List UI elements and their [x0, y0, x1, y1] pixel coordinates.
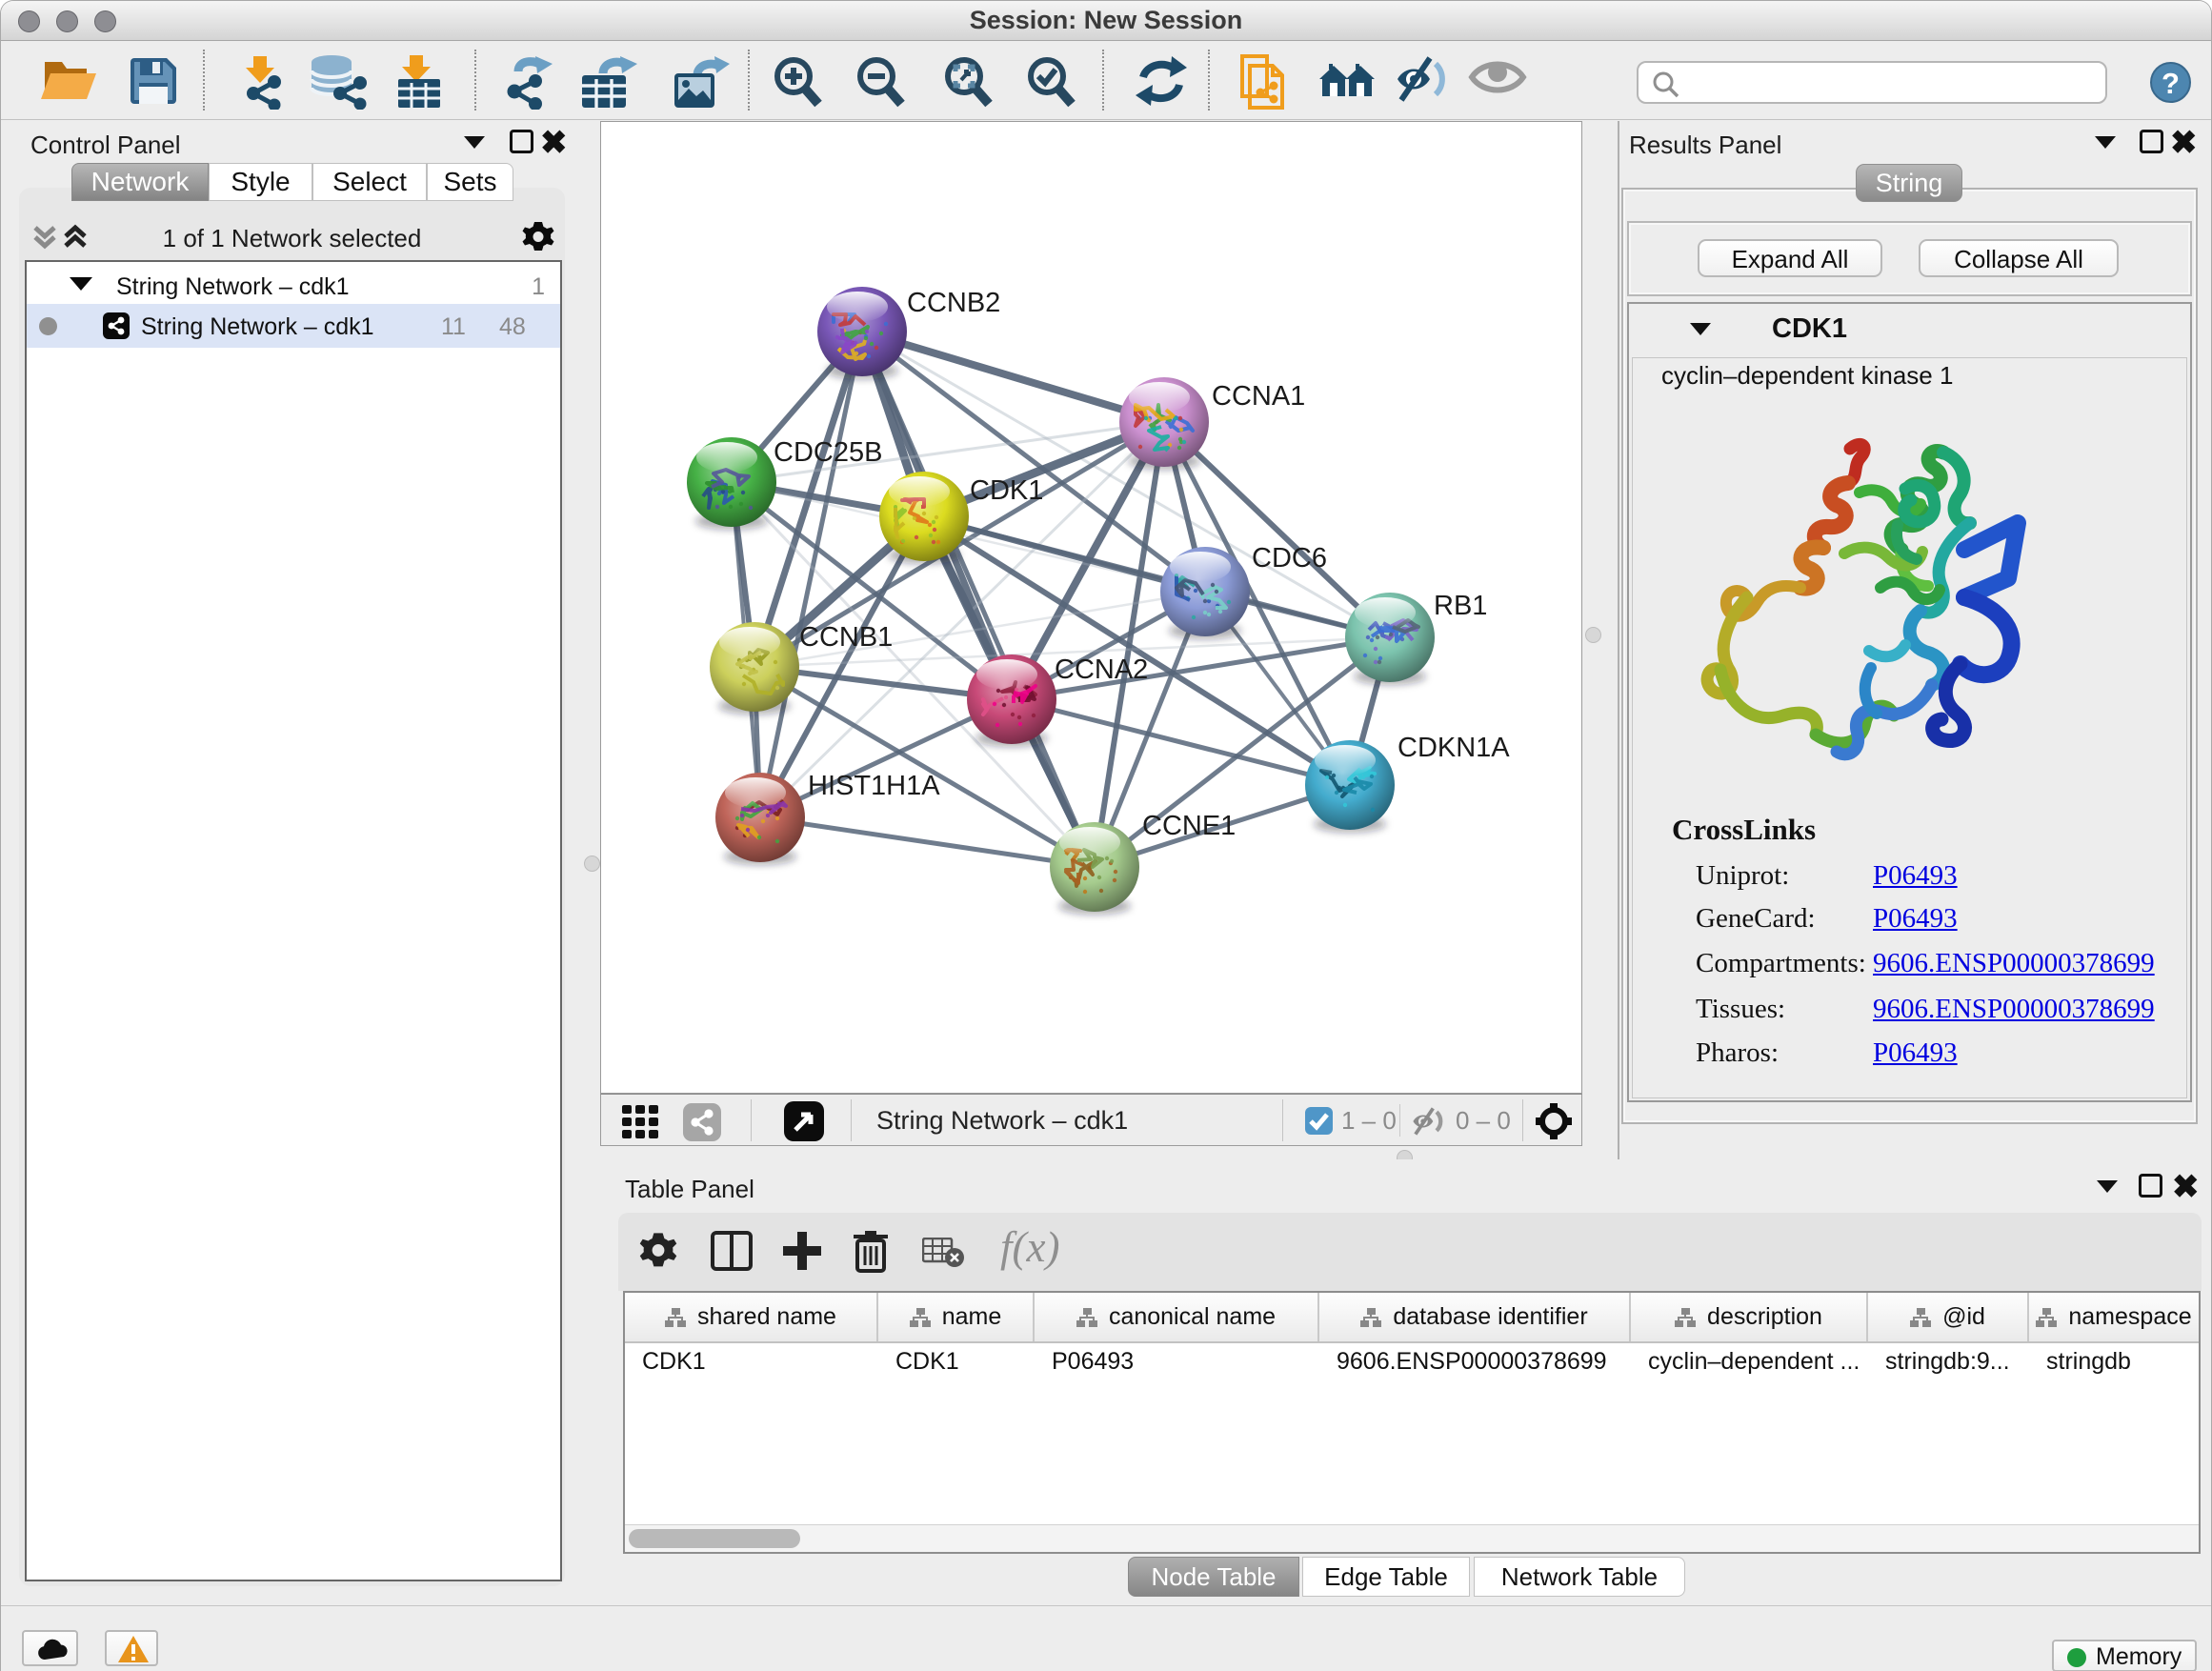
- svg-text:CDK1: CDK1: [970, 475, 1043, 506]
- svg-text:CDC25B: CDC25B: [774, 437, 882, 468]
- svg-text:CCNE1: CCNE1: [1142, 811, 1236, 841]
- svg-text:HIST1H1A: HIST1H1A: [808, 771, 940, 801]
- svg-text:CCNA1: CCNA1: [1212, 381, 1305, 412]
- svg-text:CDKN1A: CDKN1A: [1398, 733, 1510, 763]
- svg-text:RB1: RB1: [1434, 591, 1487, 621]
- svg-text:CCNB1: CCNB1: [799, 622, 893, 653]
- svg-text:CDC6: CDC6: [1252, 543, 1327, 574]
- svg-text:CCNA2: CCNA2: [1055, 654, 1148, 685]
- svg-text:CCNB2: CCNB2: [907, 288, 1000, 318]
